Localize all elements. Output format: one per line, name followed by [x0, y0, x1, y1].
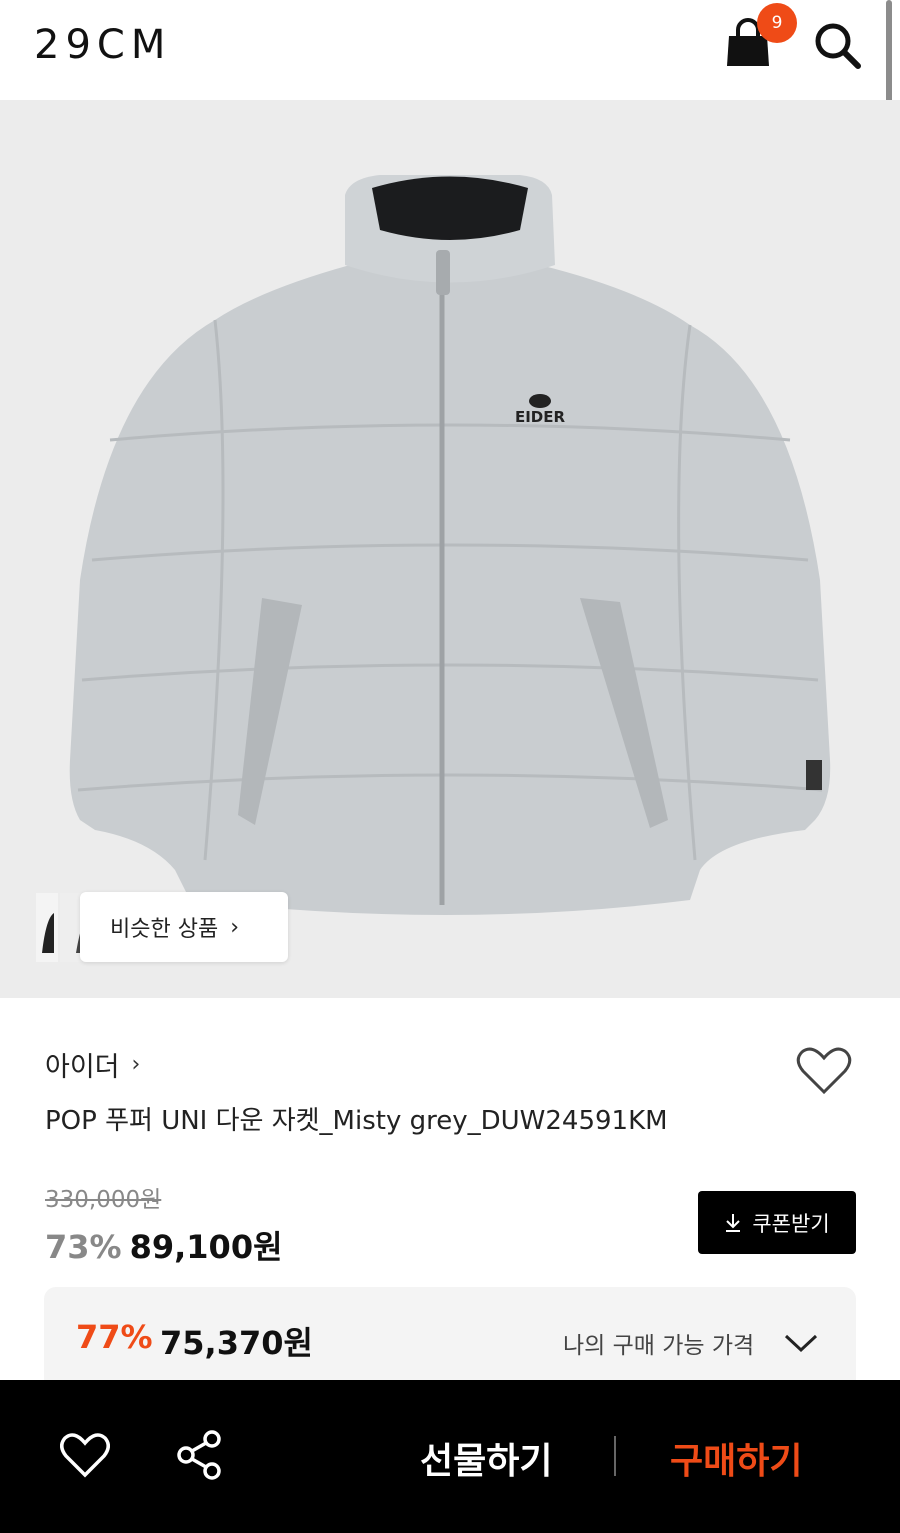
my-price-label[interactable]: 나의 구매 가능 가격: [563, 1326, 754, 1360]
header: 29CM 9: [0, 0, 900, 176]
brand-name: 아이더: [45, 1052, 120, 1083]
chevron-down-icon[interactable]: [782, 1330, 820, 1354]
image-logo-text: EIDER: [515, 408, 566, 426]
share-icon[interactable]: [176, 1430, 224, 1480]
my-price: 75,370원: [160, 1324, 313, 1362]
price-row: 73% 89,100원: [45, 1222, 283, 1268]
bottom-divider: [614, 1436, 616, 1476]
my-discount-rate: 77%: [76, 1318, 153, 1356]
heart-icon[interactable]: [60, 1432, 110, 1478]
discount-rate: 73%: [45, 1228, 122, 1266]
original-price: 330,000원: [45, 1187, 162, 1213]
logo[interactable]: 29CM: [34, 22, 171, 68]
search-icon[interactable]: [812, 20, 862, 70]
chevron-right-icon: ›: [230, 914, 240, 940]
heart-icon[interactable]: [796, 1046, 852, 1096]
sale-price: 89,100원: [129, 1228, 283, 1266]
coupon-label: 쿠폰받기: [752, 1211, 830, 1236]
similar-products-button[interactable]: 비슷한 상품 ›: [80, 892, 288, 962]
download-icon: [726, 1213, 741, 1232]
cart-count-badge: 9: [757, 3, 797, 43]
product-image[interactable]: EIDER: [0, 100, 900, 998]
chevron-right-icon: ›: [131, 1052, 141, 1077]
similar-products-label: 비슷한 상품: [110, 917, 219, 942]
product-title: POP 푸퍼 UNI 다운 자켓_Misty grey_DUW24591KM: [45, 1106, 668, 1136]
jacket-illustration: EIDER: [69, 175, 831, 915]
gift-button[interactable]: 선물하기: [420, 1432, 552, 1484]
buy-button[interactable]: 구매하기: [670, 1432, 802, 1484]
coupon-button[interactable]: 쿠폰받기: [698, 1191, 856, 1254]
brand-link[interactable]: 아이더 ›: [45, 1045, 140, 1084]
similar-thumbnails[interactable]: [36, 893, 86, 962]
